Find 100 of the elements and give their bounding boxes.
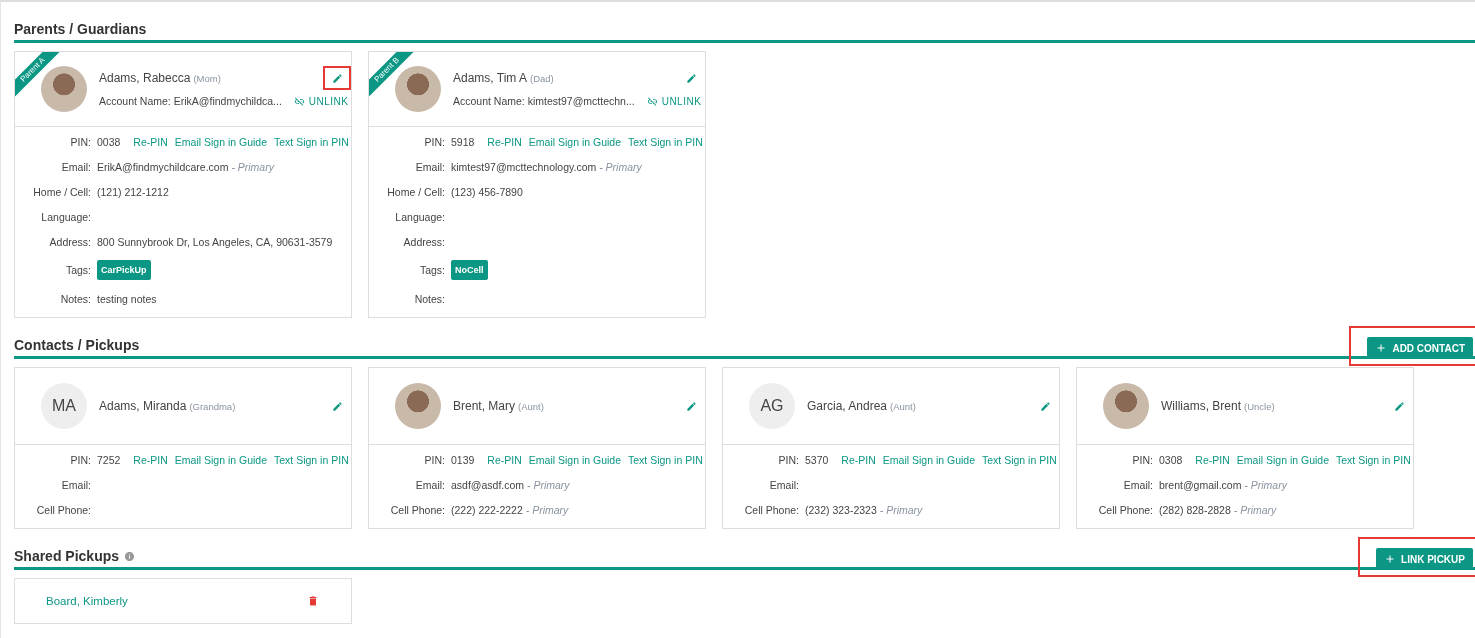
field-label: PIN:: [69, 453, 91, 466]
edit-icon[interactable]: [1040, 400, 1051, 412]
plus-icon: [1384, 553, 1397, 565]
plus-icon: [1375, 342, 1388, 354]
unlink-icon: [646, 95, 658, 107]
action-link[interactable]: Text Sign in PIN: [274, 135, 349, 148]
field-label: Email:: [414, 478, 445, 491]
field-value: ErikA@findmychildcare.com - Primary: [97, 160, 274, 173]
action-link[interactable]: Email Sign in Guide: [174, 453, 267, 466]
edit-icon[interactable]: [686, 72, 697, 84]
edit-icon[interactable]: [332, 72, 343, 84]
field-label: PIN:: [423, 453, 445, 466]
photo-placeholder: [41, 66, 87, 112]
field-label: PIN:: [423, 135, 445, 148]
field-value: testing notes: [97, 292, 157, 305]
person-name: Adams, Miranda: [99, 399, 187, 413]
field-label: Tags:: [64, 264, 91, 276]
photo-placeholder: [395, 383, 441, 429]
relation-label: (Aunt): [518, 400, 544, 412]
field-label: Cell Phone:: [1097, 503, 1153, 516]
field-label: Email:: [768, 478, 799, 491]
relation-label: (Mom): [193, 72, 221, 84]
add-button[interactable]: LINK PICKUP: [1376, 548, 1473, 570]
field-label: Cell Phone:: [743, 503, 799, 516]
action-link[interactable]: Text Sign in PIN: [982, 453, 1057, 466]
photo-placeholder: [395, 66, 441, 112]
initials-avatar: AG: [749, 383, 795, 429]
action-link[interactable]: Re-PIN: [133, 453, 168, 466]
field-label: Email:: [60, 478, 91, 491]
field-label: Address:: [402, 235, 445, 248]
person-name: Adams, Rabecca: [99, 71, 191, 85]
edit-icon[interactable]: [332, 400, 343, 412]
action-link[interactable]: Text Sign in PIN: [628, 453, 703, 466]
field-label: Email:: [60, 160, 91, 173]
edit-icon[interactable]: [686, 400, 697, 412]
field-value: asdf@asdf.com - Primary: [451, 478, 570, 491]
relation-label: (Aunt): [890, 400, 916, 412]
field-label: Notes:: [413, 292, 445, 305]
person-name: Brent, Mary: [453, 399, 515, 413]
action-link[interactable]: Re-PIN: [487, 135, 522, 148]
field-label: Address:: [48, 235, 91, 248]
field-label: Home / Cell:: [32, 185, 91, 198]
field-label: Tags:: [418, 264, 445, 276]
field-value: brent@gmail.com - Primary: [1159, 478, 1287, 491]
tag: CarPickUp: [97, 260, 151, 280]
photo-placeholder: [1103, 383, 1149, 429]
field-label: PIN:: [1131, 453, 1153, 466]
pin-value: 5918: [451, 135, 475, 148]
field-label: PIN:: [69, 135, 91, 148]
field-value: (222) 222-2222 - Primary: [451, 503, 569, 516]
field-value: 800 Sunnybrook Dr, Los Angeles, CA, 90631-3579: [97, 235, 333, 248]
relation-label: (Grandma): [189, 400, 236, 412]
action-link[interactable]: Text Sign in PIN: [1336, 453, 1411, 466]
action-link[interactable]: Email Sign in Guide: [1236, 453, 1329, 466]
field-label: Language:: [40, 210, 91, 223]
person-name: Garcia, Andrea: [807, 399, 888, 413]
unlink-link[interactable]: UNLINK: [646, 95, 702, 107]
action-link[interactable]: Email Sign in Guide: [174, 135, 267, 148]
field-value: kimtest97@mcttechnology.com - Primary: [451, 160, 642, 173]
pin-value: 0308: [1159, 453, 1183, 466]
action-link[interactable]: Re-PIN: [1195, 453, 1230, 466]
action-link[interactable]: Re-PIN: [133, 135, 168, 148]
relation-label: (Uncle): [1244, 400, 1275, 412]
action-link[interactable]: Email Sign in Guide: [528, 453, 621, 466]
unlink-link[interactable]: UNLINK: [293, 95, 349, 107]
field-label: Home / Cell:: [386, 185, 445, 198]
edit-icon[interactable]: [1394, 400, 1405, 412]
pin-value: 0038: [97, 135, 121, 148]
info-icon[interactable]: [124, 550, 136, 562]
pin-value: 0139: [451, 453, 475, 466]
field-label: Notes:: [59, 292, 91, 305]
field-label: Email:: [1122, 478, 1153, 491]
action-link[interactable]: Email Sign in Guide: [528, 135, 621, 148]
pickup-name[interactable]: Board, Kimberly: [46, 595, 128, 607]
action-link[interactable]: Re-PIN: [841, 453, 876, 466]
action-link[interactable]: Email Sign in Guide: [882, 453, 975, 466]
add-button[interactable]: ADD CONTACT: [1367, 337, 1473, 359]
action-link[interactable]: Text Sign in PIN: [274, 453, 349, 466]
relation-label: (Dad): [530, 72, 554, 84]
person-name: Adams, Tim A: [453, 71, 528, 85]
field-label: Cell Phone:: [389, 503, 445, 516]
field-label: Email:: [414, 160, 445, 173]
field-value: (282) 828-2828 - Primary: [1159, 503, 1277, 516]
account-name: Account Name: kimtest97@mcttechn...: [453, 95, 635, 107]
pin-value: 5370: [805, 453, 829, 466]
person-name: Williams, Brent: [1161, 399, 1241, 413]
delete-icon[interactable]: [307, 595, 319, 607]
account-name: Account Name: ErikA@findmychildca...: [99, 95, 282, 107]
field-value: (121) 212-1212: [97, 185, 169, 198]
field-value: (123) 456-7890: [451, 185, 523, 198]
pin-value: 7252: [97, 453, 121, 466]
section-title: Contacts / Pickups: [14, 337, 140, 353]
action-link[interactable]: Text Sign in PIN: [628, 135, 703, 148]
field-label: Language:: [394, 210, 445, 223]
action-link[interactable]: Re-PIN: [487, 453, 522, 466]
field-label: PIN:: [777, 453, 799, 466]
section-title: Shared Pickups: [14, 548, 120, 564]
section-title: Parents / Guardians: [14, 21, 147, 37]
tag: NoCell: [451, 260, 488, 280]
unlink-icon: [293, 95, 305, 107]
